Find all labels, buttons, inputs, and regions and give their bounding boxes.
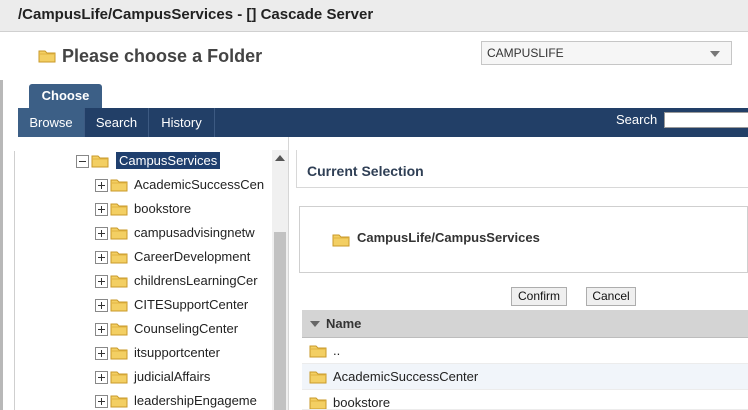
list-item-name: AcademicSuccessCenter: [333, 369, 479, 384]
tree-node-label: itsupportcenter: [134, 345, 220, 360]
plus-box-icon[interactable]: [95, 179, 108, 192]
nav-search[interactable]: Search: [85, 108, 149, 137]
search-input[interactable]: [664, 112, 748, 128]
browse-navbar: Browse Search History Search: [18, 108, 748, 137]
current-selection-header: Current Selection: [296, 150, 748, 188]
plus-box-icon[interactable]: [95, 227, 108, 240]
plus-box-icon[interactable]: [95, 371, 108, 384]
tree-node-label: CITESupportCenter: [134, 297, 249, 312]
plus-box-icon[interactable]: [95, 395, 108, 408]
tree-node-label: CareerDevelopment: [134, 249, 251, 264]
folder-icon: [91, 154, 109, 168]
current-selection-path: CampusLife/CampusServices: [357, 230, 540, 245]
current-selection-box: CampusLife/CampusServices: [299, 206, 748, 273]
sort-down-icon: [310, 321, 320, 327]
plus-box-icon[interactable]: [95, 323, 108, 336]
folder-icon: [332, 233, 350, 247]
nav-browse[interactable]: Browse: [18, 108, 85, 137]
plus-box-icon[interactable]: [95, 347, 108, 360]
folder-icon: [110, 298, 128, 312]
tree-node[interactable]: bookstore: [95, 199, 271, 221]
folder-icon: [309, 396, 327, 410]
confirm-button[interactable]: Confirm: [511, 287, 567, 306]
folder-icon: [110, 274, 128, 288]
folder-icon: [110, 370, 128, 384]
dialog-title: Please choose a Folder: [62, 46, 263, 66]
tree-guide-line: [14, 151, 15, 410]
plus-box-icon[interactable]: [95, 203, 108, 216]
column-header-label: Name: [326, 316, 362, 331]
list-item[interactable]: ..: [302, 338, 748, 364]
folder-icon: [110, 322, 128, 336]
left-edge-strip: [0, 32, 3, 410]
folder-icon: [110, 346, 128, 360]
folder-icon: [110, 394, 128, 408]
cancel-button[interactable]: Cancel: [586, 287, 636, 306]
window-title: /CampusLife/CampusServices - [] Cascade …: [18, 6, 374, 23]
site-select[interactable]: CAMPUSLIFE: [481, 41, 732, 65]
minus-box-icon[interactable]: [76, 155, 89, 168]
tree-node-label: campusadvisingnetw: [134, 225, 255, 240]
list-item[interactable]: bookstore: [302, 390, 748, 410]
chevron-down-icon: [710, 51, 720, 57]
tree-node[interactable]: campusadvisingnetw: [95, 223, 271, 245]
tree-node-label: CampusServices: [116, 152, 221, 169]
list-item-name: ..: [333, 343, 341, 358]
tree-node-label: leadershipEngageme: [134, 393, 257, 408]
tree-node-label: judicialAffairs: [134, 369, 211, 384]
folder-icon: [110, 250, 128, 264]
scrollbar-thumb[interactable]: [274, 232, 286, 410]
nav-history[interactable]: History: [149, 108, 215, 137]
tree-node[interactable]: childrensLearningCer: [95, 271, 271, 293]
window-titlebar: /CampusLife/CampusServices - [] Cascade …: [0, 0, 748, 32]
tree-node[interactable]: AcademicSuccessCen: [95, 175, 271, 197]
plus-box-icon[interactable]: [95, 251, 108, 264]
tree-node-label: AcademicSuccessCen: [134, 177, 265, 192]
tree-node[interactable]: leadershipEngageme: [95, 391, 271, 410]
folder-icon: [110, 202, 128, 216]
tree-node[interactable]: CounselingCenter: [95, 319, 271, 341]
list-item[interactable]: AcademicSuccessCenter: [302, 364, 748, 390]
tree-node-label: bookstore: [134, 201, 192, 216]
tree-node[interactable]: itsupportcenter: [95, 343, 271, 365]
plus-box-icon[interactable]: [95, 275, 108, 288]
site-select-value: CAMPUSLIFE: [487, 46, 564, 60]
folder-icon: [309, 370, 327, 384]
tree-node-label: childrensLearningCer: [134, 273, 258, 288]
folder-icon: [38, 49, 56, 63]
list-header-name[interactable]: Name: [302, 310, 748, 338]
folder-icon: [309, 344, 327, 358]
tree-node[interactable]: CareerDevelopment: [95, 247, 271, 269]
tree-node[interactable]: CITESupportCenter: [95, 295, 271, 317]
tab-choose[interactable]: Choose: [29, 84, 102, 108]
current-selection-heading: Current Selection: [307, 163, 424, 179]
plus-box-icon[interactable]: [95, 299, 108, 312]
folder-icon: [110, 178, 128, 192]
tree-node-label: CounselingCenter: [134, 321, 239, 336]
folder-icon: [110, 226, 128, 240]
tree-scrollbar[interactable]: [272, 150, 288, 410]
list-item-name: bookstore: [333, 395, 391, 410]
scroll-up-icon[interactable]: [275, 155, 285, 161]
tree-node[interactable]: judicialAffairs: [95, 367, 271, 389]
search-label: Search: [616, 112, 658, 127]
tree-node-root[interactable]: CampusServices: [76, 151, 276, 173]
